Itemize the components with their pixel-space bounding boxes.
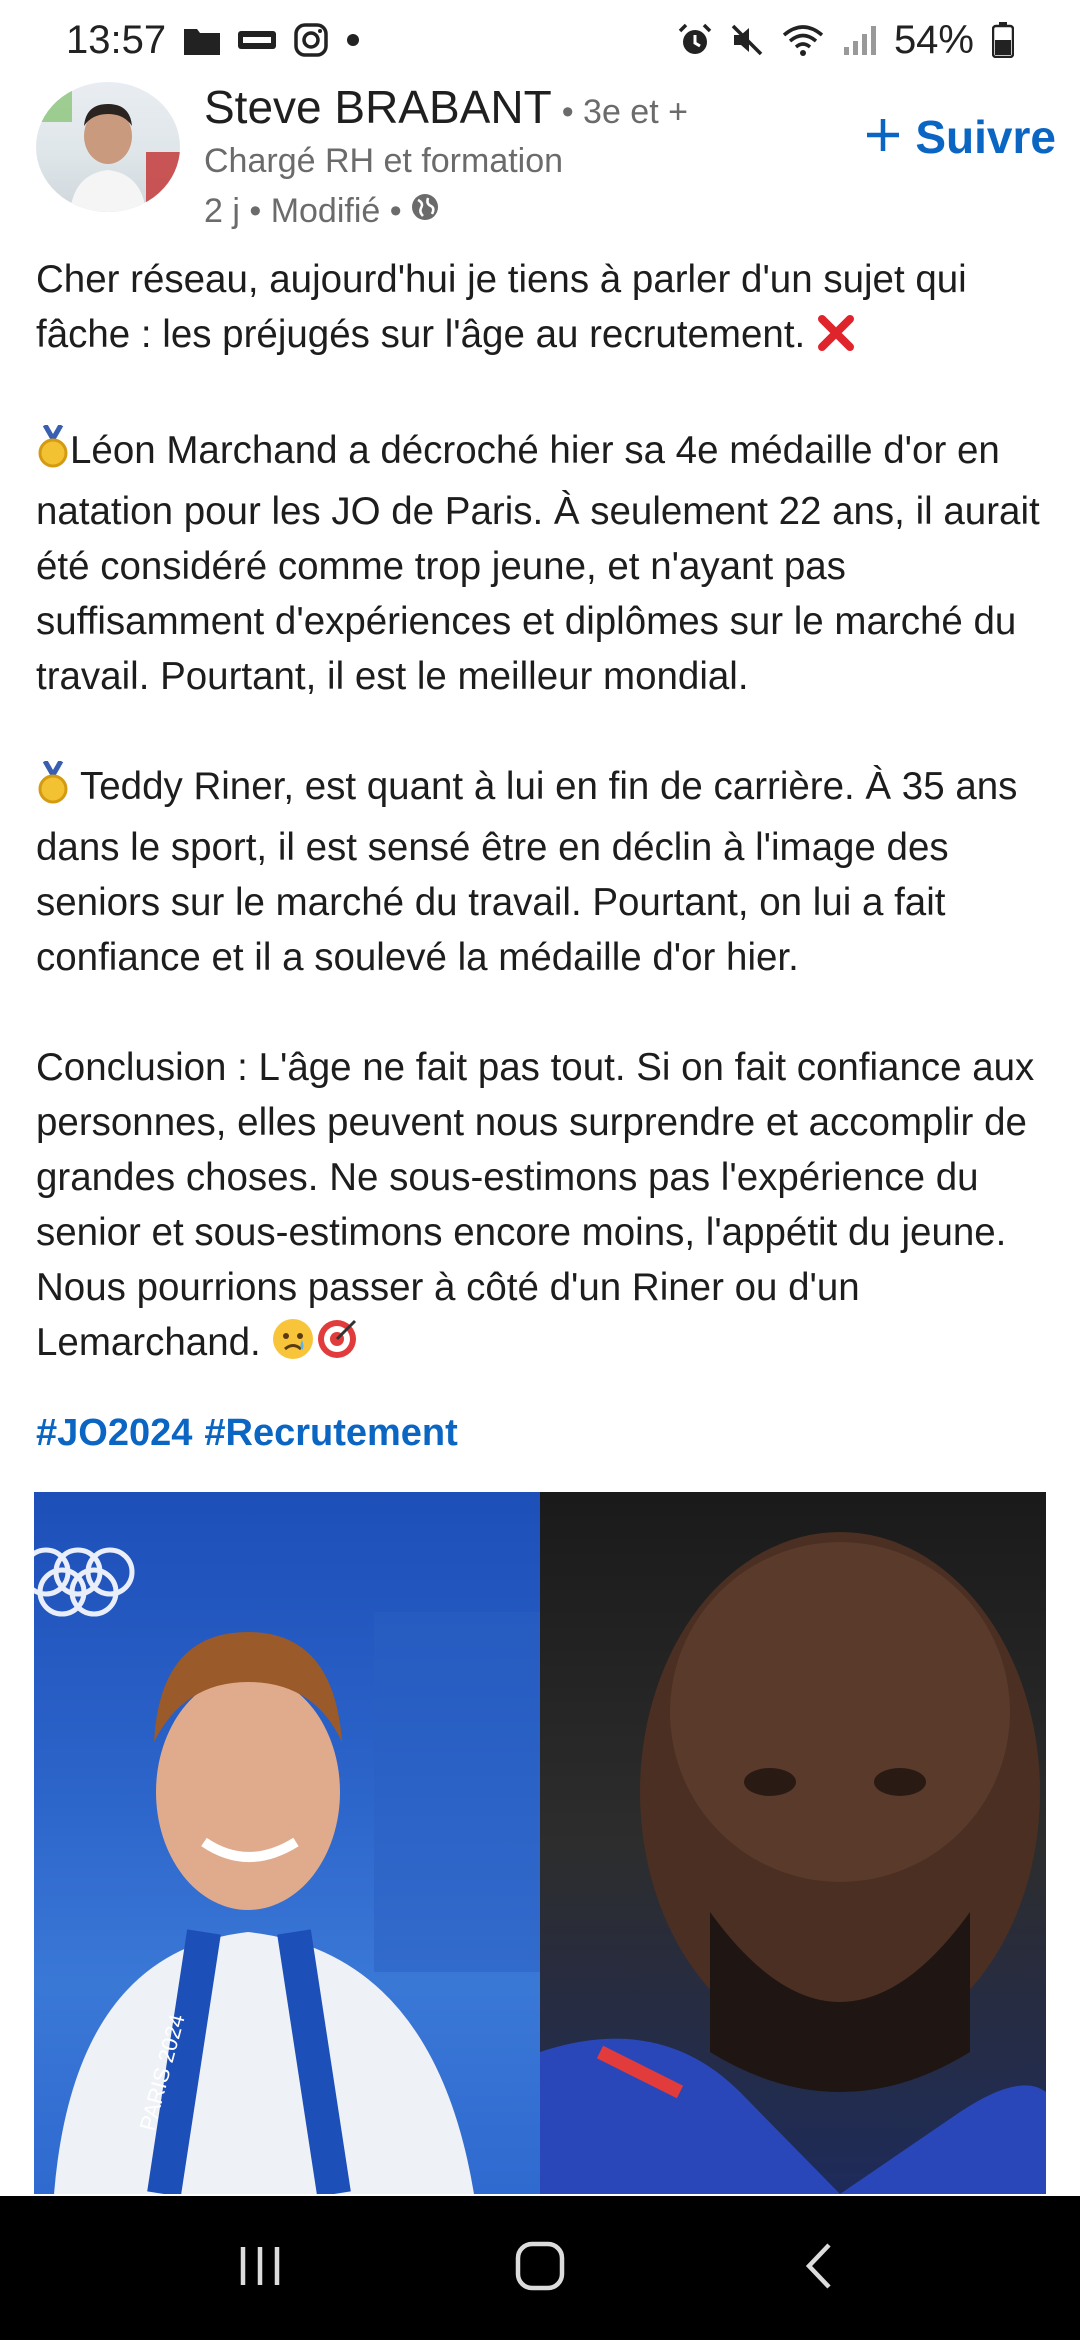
status-bar-left: 13:57 [66, 18, 360, 63]
post-paragraph-3-text: Teddy Riner, est quant à lui en fin de c… [36, 765, 1018, 979]
hashtag-recrutement[interactable]: #Recrutement [204, 1412, 457, 1455]
swimmer-photo: PARIS 2024 [34, 1492, 540, 2194]
back-icon [795, 2241, 845, 2296]
post-image[interactable]: PARIS 2024 [34, 1492, 1046, 2194]
folder-icon [184, 25, 221, 55]
post-paragraph-3: Teddy Riner, est quant à lui en fin de c… [36, 759, 1052, 985]
post-paragraph-4: Conclusion : L'âge ne fait pas tout. Si … [36, 1040, 1052, 1376]
follow-label: Suivre [915, 111, 1056, 163]
target-icon [315, 1317, 359, 1376]
status-bar: 13:57 54% [0, 0, 1080, 80]
home-button[interactable] [500, 2228, 580, 2308]
cross-mark-icon [816, 313, 856, 368]
gold-medal-icon [36, 423, 70, 484]
post-timestamp: 2 j • Modifié • [204, 192, 402, 230]
connection-degree: • 3e et + [561, 93, 688, 131]
signal-icon [842, 23, 876, 57]
recents-icon [235, 2241, 285, 2296]
system-nav-bar [0, 2196, 1080, 2340]
dot-icon [346, 33, 360, 47]
clock: 13:57 [66, 17, 167, 62]
post-paragraph-2: Léon Marchand a décroché hier sa 4e méda… [36, 423, 1052, 704]
status-bar-right: 54% [678, 18, 1014, 63]
mute-icon [730, 23, 764, 57]
globe-icon [410, 192, 440, 231]
hashtag-jo2024[interactable]: #JO2024 [36, 1412, 192, 1455]
levis-icon [238, 29, 277, 51]
post-author-header: Steve BRABANT • 3e et + Chargé RH et for… [36, 80, 1056, 240]
back-button[interactable] [780, 2228, 860, 2308]
alarm-icon [678, 23, 712, 57]
olympic-rings-icon [34, 1547, 135, 1617]
sad-face-icon [271, 1317, 315, 1376]
follow-button[interactable]: Suivre [865, 110, 1056, 164]
author-headline: Chargé RH et formation [204, 142, 564, 180]
post-text: Cher réseau, aujourd'hui je tiens à parl… [36, 252, 1052, 1376]
home-icon [512, 2238, 568, 2299]
author-name[interactable]: Steve BRABANT [204, 80, 552, 134]
battery-icon [992, 22, 1014, 58]
post-paragraph-2-text: Léon Marchand a décroché hier sa 4e méda… [36, 429, 1040, 698]
post-paragraph-4-text: Conclusion : L'âge ne fait pas tout. Si … [36, 1046, 1035, 1364]
plus-icon [865, 110, 901, 164]
battery-percent: 54% [893, 17, 974, 62]
recents-button[interactable] [220, 2228, 300, 2308]
gold-medal-icon [36, 759, 70, 820]
instagram-icon [294, 23, 328, 57]
judoka-photo [540, 1492, 1046, 2194]
linkedin-post-screen: 13:57 54% Steve BRABANT • 3e et + Chargé… [0, 0, 1080, 2340]
hashtags: #JO2024 #Recrutement [36, 1412, 458, 1455]
avatar[interactable] [36, 82, 180, 212]
author-name-row: Steve BRABANT • 3e et + [204, 80, 688, 134]
post-meta: 2 j • Modifié • [204, 192, 440, 231]
wifi-icon [782, 23, 824, 57]
post-paragraph-1: Cher réseau, aujourd'hui je tiens à parl… [36, 252, 1052, 368]
